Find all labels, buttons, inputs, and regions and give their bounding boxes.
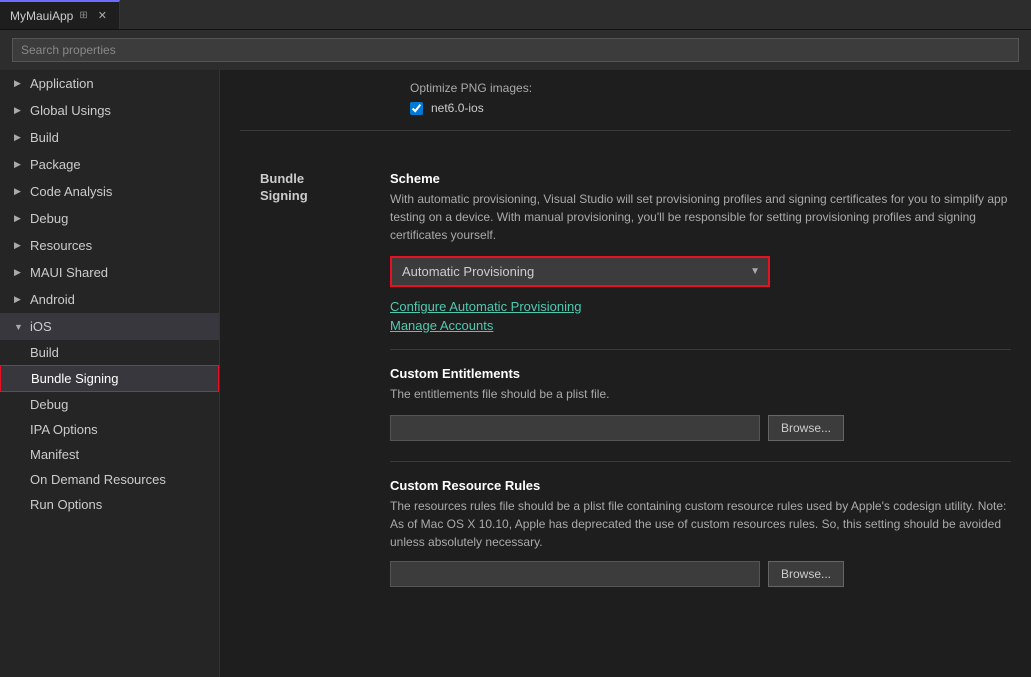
- arrow-icon: ▼: [14, 322, 24, 332]
- net6-ios-checkbox[interactable]: [410, 102, 423, 115]
- tab-title: MyMauiApp: [10, 9, 73, 23]
- top-section: Optimize PNG images: net6.0-ios: [240, 70, 1011, 131]
- sidebar-item-label: iOS: [30, 319, 52, 334]
- sidebar-subitem-label: IPA Options: [30, 422, 98, 437]
- bundle-signing-section: Bundle Signing Scheme With automatic pro…: [240, 151, 1011, 627]
- section-label-text: Bundle Signing: [260, 171, 308, 203]
- arrow-icon: ▶: [14, 132, 24, 143]
- tab-bar: MyMauiApp ⊞ ✕: [0, 0, 1031, 30]
- sidebar-subitem-ios-ipa-options[interactable]: IPA Options: [0, 417, 219, 442]
- sidebar-subitem-label: Run Options: [30, 497, 102, 512]
- bundle-signing-fields: Scheme With automatic provisioning, Visu…: [390, 151, 1011, 607]
- dropdown-arrow-icon: ▼: [742, 266, 768, 277]
- sidebar-item-label: Code Analysis: [30, 184, 112, 199]
- custom-resource-rules-label: Custom Resource Rules: [390, 478, 1011, 493]
- custom-entitlements-desc: The entitlements file should be a plist …: [390, 385, 1011, 403]
- sidebar-item-resources[interactable]: ▶ Resources: [0, 232, 219, 259]
- sidebar-item-label: Global Usings: [30, 103, 111, 118]
- sidebar-subitem-label: Debug: [30, 397, 68, 412]
- entitlements-input[interactable]: [390, 415, 760, 441]
- sidebar: ▶ Application ▶ Global Usings ▶ Build ▶ …: [0, 70, 220, 677]
- provisioning-dropdown-wrapper: Automatic Provisioning Manual Provisioni…: [390, 256, 770, 287]
- divider-2: [390, 461, 1011, 462]
- bundle-signing-label: Bundle Signing: [240, 151, 390, 607]
- resource-rules-browse-button[interactable]: Browse...: [768, 561, 844, 587]
- divider-1: [390, 349, 1011, 350]
- optimize-png-label: Optimize PNG images:: [410, 81, 532, 95]
- arrow-icon: ▶: [14, 240, 24, 251]
- custom-resource-rules-section: Custom Resource Rules The resources rule…: [390, 478, 1011, 587]
- sidebar-item-label: MAUI Shared: [30, 265, 108, 280]
- arrow-icon: ▶: [14, 294, 24, 305]
- sidebar-item-code-analysis[interactable]: ▶ Code Analysis: [0, 178, 219, 205]
- custom-entitlements-section: Custom Entitlements The entitlements fil…: [390, 366, 1011, 441]
- sidebar-subitem-ios-build[interactable]: Build: [0, 340, 219, 365]
- scheme-desc: With automatic provisioning, Visual Stud…: [390, 190, 1011, 244]
- provisioning-dropdown[interactable]: Automatic Provisioning Manual Provisioni…: [392, 258, 742, 285]
- sidebar-item-maui-shared[interactable]: ▶ MAUI Shared: [0, 259, 219, 286]
- sidebar-item-debug[interactable]: ▶ Debug: [0, 205, 219, 232]
- sidebar-subitem-label: Build: [30, 345, 59, 360]
- sidebar-item-package[interactable]: ▶ Package: [0, 151, 219, 178]
- search-input[interactable]: [12, 38, 1019, 62]
- pin-icon[interactable]: ⊞: [79, 10, 87, 21]
- arrow-icon: ▶: [14, 267, 24, 278]
- sidebar-item-label: Debug: [30, 211, 68, 226]
- arrow-icon: ▶: [14, 78, 24, 89]
- configure-auto-provisioning-link[interactable]: Configure Automatic Provisioning: [390, 299, 1011, 314]
- entitlements-input-row: Browse...: [390, 415, 1011, 441]
- sidebar-subitem-ios-run-options[interactable]: Run Options: [0, 492, 219, 517]
- main-layout: ▶ Application ▶ Global Usings ▶ Build ▶ …: [0, 70, 1031, 677]
- arrow-icon: ▶: [14, 213, 24, 224]
- sidebar-item-android[interactable]: ▶ Android: [0, 286, 219, 313]
- arrow-icon: ▶: [14, 159, 24, 170]
- sidebar-item-ios[interactable]: ▼ iOS: [0, 313, 219, 340]
- sidebar-item-label: Android: [30, 292, 75, 307]
- sidebar-item-label: Package: [30, 157, 81, 172]
- checkbox-row: net6.0-ios: [410, 101, 1011, 115]
- scheme-label: Scheme: [390, 171, 1011, 186]
- entitlements-browse-button[interactable]: Browse...: [768, 415, 844, 441]
- sidebar-item-label: Application: [30, 76, 94, 91]
- close-icon[interactable]: ✕: [98, 9, 107, 22]
- sidebar-item-global-usings[interactable]: ▶ Global Usings: [0, 97, 219, 124]
- sidebar-item-build[interactable]: ▶ Build: [0, 124, 219, 151]
- sidebar-subitem-ios-manifest[interactable]: Manifest: [0, 442, 219, 467]
- sidebar-subitem-ios-bundle-signing[interactable]: Bundle Signing: [0, 365, 219, 392]
- content-body: Optimize PNG images: net6.0-ios Bundle S…: [220, 70, 1031, 677]
- arrow-icon: ▶: [14, 186, 24, 197]
- sidebar-subitem-label: On Demand Resources: [30, 472, 166, 487]
- custom-entitlements-label: Custom Entitlements: [390, 366, 1011, 381]
- custom-resource-rules-desc: The resources rules file should be a pli…: [390, 497, 1011, 551]
- search-bar: [0, 30, 1031, 70]
- arrow-icon: ▶: [14, 105, 24, 116]
- sidebar-subitem-ios-on-demand[interactable]: On Demand Resources: [0, 467, 219, 492]
- sidebar-item-label: Resources: [30, 238, 92, 253]
- manage-accounts-link[interactable]: Manage Accounts: [390, 318, 1011, 333]
- resource-rules-input[interactable]: [390, 561, 760, 587]
- checkbox-label: net6.0-ios: [431, 101, 484, 115]
- resource-rules-input-row: Browse...: [390, 561, 1011, 587]
- sidebar-subitem-label: Bundle Signing: [31, 371, 118, 386]
- sidebar-item-application[interactable]: ▶ Application: [0, 70, 219, 97]
- sidebar-subitem-ios-debug[interactable]: Debug: [0, 392, 219, 417]
- content-area: Optimize PNG images: net6.0-ios Bundle S…: [220, 70, 1031, 677]
- file-tab[interactable]: MyMauiApp ⊞ ✕: [0, 0, 120, 29]
- sidebar-subitem-label: Manifest: [30, 447, 79, 462]
- sidebar-item-label: Build: [30, 130, 59, 145]
